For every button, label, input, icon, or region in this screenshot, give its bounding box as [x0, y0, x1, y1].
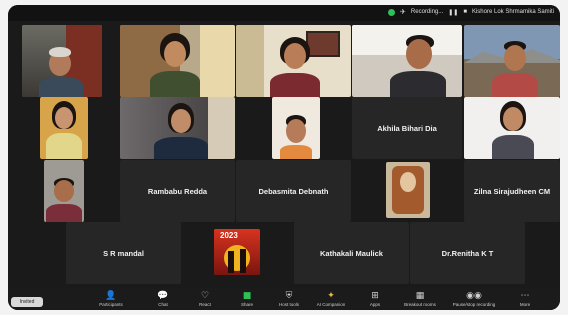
name-tile[interactable]: S R mandal: [66, 222, 181, 284]
video-tile[interactable]: [352, 25, 462, 97]
top-bar-status: ✈ Recording... ❚❚ ■ Kishore Lok Shrmamik…: [388, 8, 554, 16]
video-tile[interactable]: [120, 97, 235, 159]
video-tile[interactable]: [44, 160, 84, 222]
name-tile[interactable]: Akhila Bihari Dia: [352, 97, 462, 159]
react-icon: ♡: [200, 291, 210, 301]
participant-hair: [49, 47, 71, 57]
meeting-toolbar: 👤 Participants 💬 Chat ♡ React ■ Share ⛨ …: [8, 288, 560, 310]
participant-face: [406, 39, 432, 69]
more-icon: ⋯: [520, 291, 530, 301]
recording-status[interactable]: Recording...: [411, 9, 443, 15]
participant-name: Zilna Sirajudheen CM: [473, 186, 551, 196]
apps-icon: ⊞: [371, 291, 379, 301]
video-tile[interactable]: [40, 97, 88, 159]
ai-companion-icon: ✦: [327, 291, 335, 301]
video-tile[interactable]: [464, 97, 560, 159]
breakout-rooms-button[interactable]: ▦ Breakout rooms: [400, 291, 440, 309]
pin-icon[interactable]: ✈: [400, 8, 406, 16]
participant-name: Akhila Bihari Dia: [377, 123, 437, 133]
video-tile[interactable]: [236, 25, 351, 97]
poster-text: 2023: [220, 231, 238, 240]
stop-icon[interactable]: ■: [463, 9, 467, 15]
recording-icon: ◉◉: [466, 291, 482, 301]
video-tile[interactable]: [272, 97, 320, 159]
pause-icon[interactable]: ❚❚: [448, 9, 458, 16]
name-tile[interactable]: Kathakali Maulick: [294, 222, 409, 284]
participant-body: [280, 145, 312, 159]
share-button[interactable]: ■ Share: [230, 291, 264, 309]
ai-companion-button[interactable]: ✦ AI Companion: [314, 291, 348, 309]
video-tile[interactable]: [22, 25, 102, 97]
name-tile[interactable]: Zilna Sirajudheen CM: [464, 160, 560, 222]
participant-body: [46, 204, 82, 222]
name-tile[interactable]: Dr.Renitha K T: [410, 222, 525, 284]
participant-face: [164, 41, 186, 67]
participant-face: [504, 45, 526, 71]
participant-face: [55, 107, 73, 129]
invited-badge[interactable]: Invited: [11, 297, 43, 307]
video-tile[interactable]: [386, 162, 430, 218]
participant-body: [154, 137, 208, 159]
name-tile[interactable]: Debasmita Debnath: [236, 160, 351, 222]
chat-icon: 💬: [157, 291, 169, 301]
top-bar: ✈ Recording... ❚❚ ■ Kishore Lok Shrmamik…: [8, 5, 560, 21]
name-tile[interactable]: Rambabu Redda: [120, 160, 235, 222]
participant-face: [171, 109, 191, 133]
share-icon: ■: [242, 291, 252, 301]
participant-body: [492, 135, 534, 159]
participant-face: [503, 107, 523, 131]
participant-body: [46, 133, 82, 159]
participant-name: Dr.Renitha K T: [441, 248, 494, 258]
security-shield-icon[interactable]: [388, 8, 396, 16]
video-tile[interactable]: [120, 25, 235, 97]
participant-face: [54, 180, 74, 202]
meeting-title: Kishore Lok Shrmamika Samiti: [471, 9, 554, 15]
host-tools-icon: ⛨: [285, 291, 293, 301]
participant-face: [284, 43, 306, 69]
participant-name: Rambabu Redda: [147, 186, 208, 196]
video-tile[interactable]: [464, 25, 560, 97]
participant-name: Kathakali Maulick: [320, 248, 383, 258]
participant-name: Debasmita Debnath: [258, 186, 329, 196]
react-button[interactable]: ♡ React: [188, 291, 222, 309]
participant-body: [39, 77, 83, 97]
participants-button[interactable]: 👤 Participants: [94, 291, 128, 309]
host-tools-button[interactable]: ⛨ Host tools: [272, 291, 306, 309]
breakout-rooms-icon: ▦: [415, 291, 425, 301]
zoom-window: ✈ Recording... ❚❚ ■ Kishore Lok Shrmamik…: [8, 5, 560, 310]
chat-button[interactable]: 💬 Chat: [146, 291, 180, 309]
participant-body: [150, 71, 200, 97]
video-tile[interactable]: 2023: [214, 229, 260, 275]
apps-button[interactable]: ⊞ Apps: [358, 291, 392, 309]
participant-body: [270, 73, 320, 97]
participant-body: [390, 71, 446, 97]
participant-body: [492, 73, 538, 97]
participant-face: [286, 119, 306, 143]
recording-button[interactable]: ◉◉ Pause/stop recording: [448, 291, 500, 309]
more-button[interactable]: ⋯ More: [508, 291, 542, 309]
participants-icon: 👤: [105, 291, 117, 301]
participant-name: S R mandal: [103, 248, 144, 258]
